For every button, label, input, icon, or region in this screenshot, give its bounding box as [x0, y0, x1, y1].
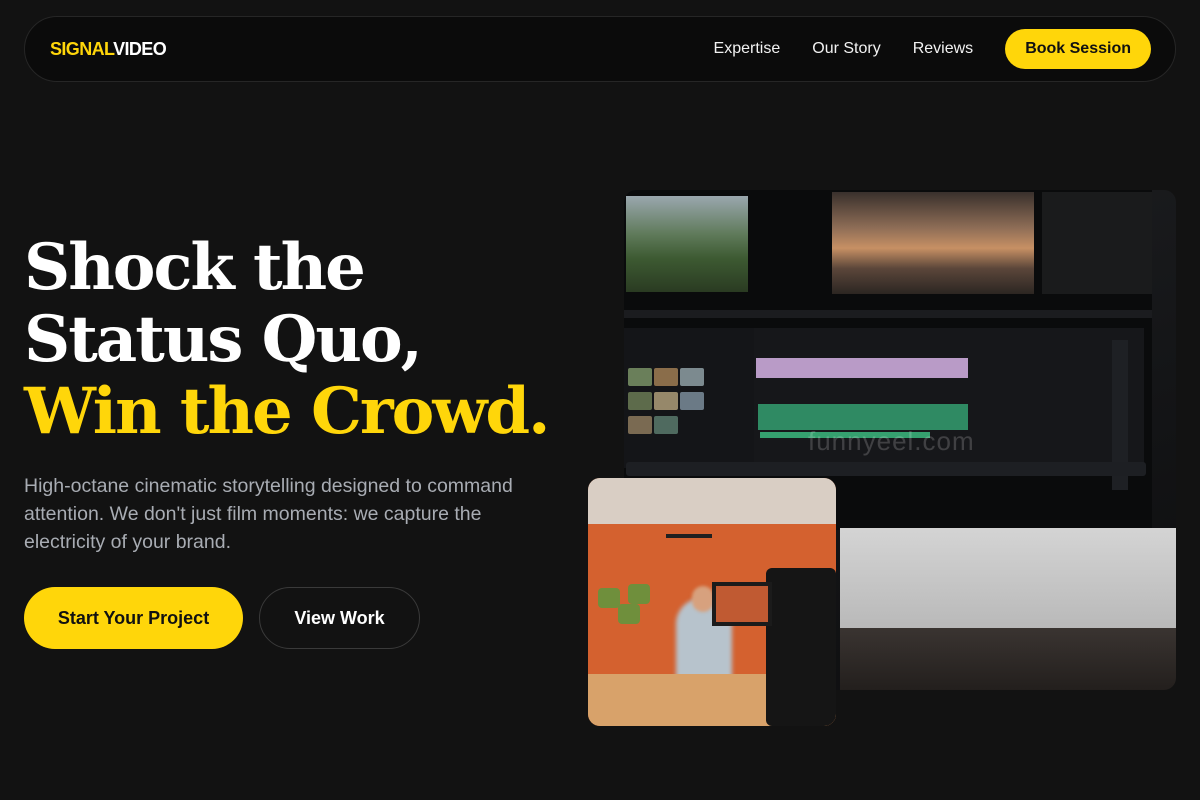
hex-planter [628, 584, 650, 604]
headline-line-2: Status Quo, [24, 302, 423, 377]
brand-logo[interactable]: SIGNALVIDEO [50, 38, 167, 60]
monitor-chin [840, 528, 1176, 628]
image-watermark: funnyeel.com [808, 426, 975, 456]
studio-shoot-image [588, 478, 836, 726]
bin-thumb [680, 368, 704, 386]
bin-thumb [654, 416, 678, 434]
logo-video: VIDEO [113, 38, 167, 59]
presenter-head [692, 586, 714, 612]
bin-thumb [680, 392, 704, 410]
headline-line-1: Shock the [24, 230, 366, 305]
logo-signal: SIGNAL [50, 38, 114, 59]
nav-link-expertise[interactable]: Expertise [714, 40, 781, 58]
start-project-button[interactable]: Start Your Project [24, 587, 243, 649]
source-preview [626, 196, 748, 292]
app-dock [626, 462, 1146, 476]
studio-ceiling [588, 478, 836, 524]
light-rig [666, 534, 712, 538]
bin-thumb [628, 368, 652, 386]
media-bin [624, 328, 754, 468]
bin-thumb [654, 392, 678, 410]
timeline-clip-pink [756, 358, 968, 378]
nav-menu: Expertise Our Story Reviews Book Session [714, 29, 1151, 69]
hero-subtitle: High-octane cinematic storytelling desig… [24, 475, 513, 553]
headline-line-3: Win the Crowd. [24, 374, 550, 449]
camera-flip-screen [712, 582, 772, 626]
view-work-button[interactable]: View Work [259, 587, 420, 649]
hero-headline: Shock the Status Quo, Win the Crowd. [24, 232, 584, 448]
bin-thumb [628, 392, 652, 410]
desk-surface [840, 628, 1176, 690]
navbar: SIGNALVIDEO Expertise Our Story Reviews … [24, 16, 1176, 82]
effects-panel [1042, 192, 1152, 294]
bin-thumb [628, 416, 652, 434]
nav-link-our-story[interactable]: Our Story [812, 40, 880, 58]
hero-cta-group: Start Your Project View Work [24, 587, 420, 649]
nav-link-reviews[interactable]: Reviews [913, 40, 973, 58]
book-session-button[interactable]: Book Session [1005, 29, 1151, 69]
transport-bar [624, 310, 1152, 318]
bin-thumb [654, 368, 678, 386]
hex-planter [598, 588, 620, 608]
video-camera [766, 568, 836, 726]
landing-page: SIGNALVIDEO Expertise Our Story Reviews … [0, 0, 1200, 800]
program-preview [832, 192, 1034, 294]
hex-planter [618, 604, 640, 624]
